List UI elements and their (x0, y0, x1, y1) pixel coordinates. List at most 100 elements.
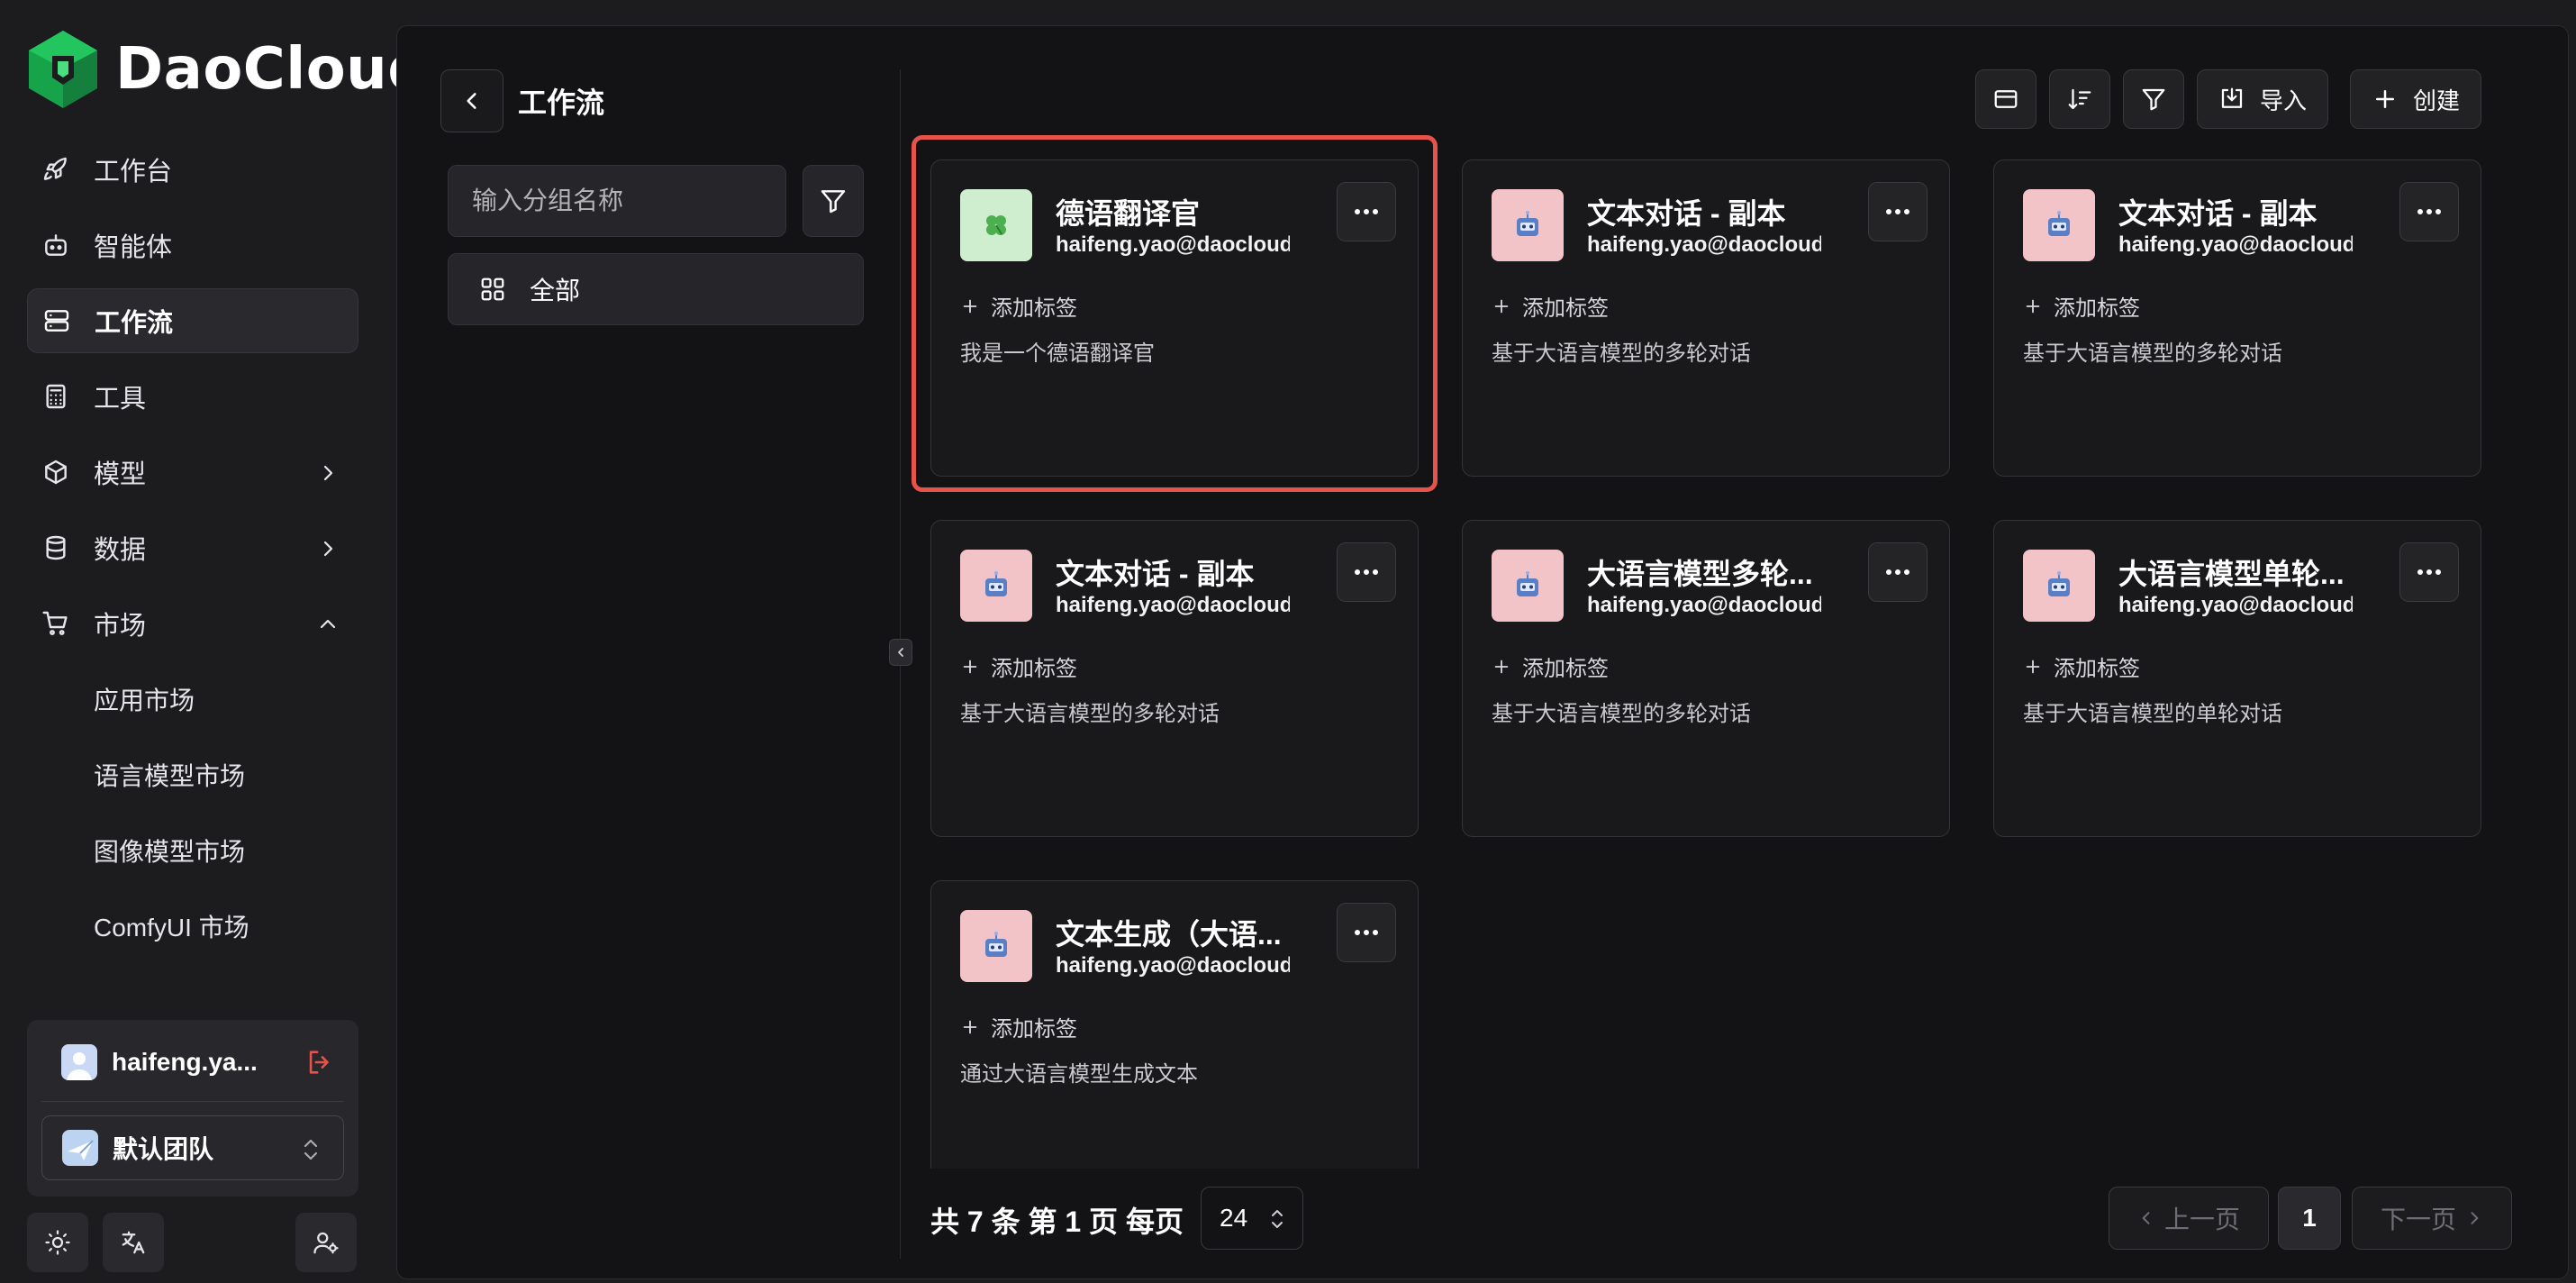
chevron-right-icon (2471, 1212, 2479, 1224)
robot-icon (2023, 550, 2095, 622)
add-tag-label: 添加标签 (991, 1017, 1077, 1042)
filter-button[interactable] (2123, 69, 2184, 129)
logo[interactable]: DaoCloud (25, 29, 430, 110)
add-tag-label: 添加标签 (2054, 296, 2140, 321)
more-horizontal-icon (2417, 569, 2441, 575)
sidebar-item-label: 数据 (94, 536, 147, 565)
card-title: 大语言模型多轮... (1587, 558, 1813, 590)
sidebar-item-workbench[interactable]: 工作台 (27, 137, 358, 202)
sidebar-item-label: 模型 (94, 460, 147, 489)
team-selector[interactable]: 默认团队 (41, 1115, 344, 1180)
create-button[interactable]: 创建 (2350, 69, 2481, 129)
more-options-button[interactable] (1337, 182, 1396, 241)
sidebar-item-models[interactable]: 模型 (27, 440, 358, 505)
sun-icon (45, 1230, 70, 1255)
card-description: 我是一个德语翻译官 (960, 341, 1155, 366)
card-description: 基于大语言模型的多轮对话 (1492, 702, 1751, 726)
add-tag-button[interactable]: 添加标签 (960, 290, 1077, 322)
card-owner-email: haifeng.yao@daocloud.io (2118, 593, 2353, 617)
add-tag-button[interactable]: 添加标签 (2023, 290, 2140, 322)
sidebar-subitem-llm-market[interactable]: 语言模型市场 (27, 742, 358, 807)
sidebar-item-workflow[interactable]: 工作流 (27, 288, 358, 353)
sidebar-subitem-app-market[interactable]: 应用市场 (27, 667, 358, 732)
user-row[interactable]: haifeng.ya... (61, 1040, 349, 1085)
sidebar-item-tools[interactable]: 工具 (27, 364, 358, 429)
workflow-card[interactable]: 文本对话 - 副本haifeng.yao@daocloud.io添加标签基于大语… (1993, 159, 2481, 477)
more-options-button[interactable] (1337, 903, 1396, 962)
sidebar-item-market[interactable]: 市场 (27, 591, 358, 656)
calculator-icon (41, 382, 70, 411)
group-item-all[interactable]: 全部 (448, 253, 864, 325)
prev-page-button[interactable]: 上一页 (2109, 1187, 2269, 1250)
avatar (61, 1044, 97, 1080)
card-title: 文本生成（大语... (1056, 918, 1282, 951)
group-filter-button[interactable] (803, 165, 864, 237)
chevron-left-icon (898, 648, 903, 657)
chevron-right-icon (317, 461, 339, 483)
card-owner-email: haifeng.yao@daocloud.io (1587, 593, 1821, 617)
database-icon (41, 533, 70, 562)
more-horizontal-icon (1355, 209, 1378, 214)
workflow-card[interactable]: 文本生成（大语...haifeng.yao@daocloud.io 添加标签通过大… (930, 880, 1419, 1169)
sidebar: DaoCloud 工作台 智能体 工作流 工具 模型 数据 市场 应用市场 语言… (0, 0, 429, 1283)
chevron-left-icon (467, 93, 476, 109)
language-button[interactable] (103, 1213, 164, 1272)
page-size-value: 24 (1220, 1204, 1248, 1232)
more-options-button[interactable] (1868, 182, 1927, 241)
sidebar-subitem-comfyui-market[interactable]: ComfyUI 市场 (27, 894, 358, 959)
next-page-button[interactable]: 下一页 (2352, 1187, 2512, 1250)
next-page-label: 下一页 (2380, 1206, 2456, 1233)
grid-icon (481, 278, 504, 301)
theme-toggle-button[interactable] (27, 1213, 88, 1272)
group-item-label: 全部 (530, 277, 581, 305)
add-tag-button[interactable]: 添加标签 (2023, 651, 2140, 682)
workflow-card[interactable]: 文本对话 - 副本haifeng.yao@daocloud.io添加标签基于大语… (1462, 159, 1950, 477)
daocloud-logo-icon (29, 31, 97, 108)
logout-icon[interactable] (304, 1047, 335, 1078)
add-tag-button[interactable]: 添加标签 (1492, 290, 1609, 322)
robot-icon (2023, 189, 2095, 261)
workflow-card[interactable]: 大语言模型单轮... haifeng.yao@daocloud.io 添加标签基于大… (1993, 520, 2481, 837)
sidebar-item-data[interactable]: 数据 (27, 515, 358, 580)
workflow-card[interactable]: 大语言模型多轮... haifeng.yao@daocloud.io 添加标签基于大… (1462, 520, 1950, 837)
page-size-select[interactable]: 24 (1201, 1187, 1303, 1250)
group-search-input[interactable] (448, 165, 786, 237)
add-tag-button[interactable]: 添加标签 (1492, 651, 1609, 682)
card-title: 文本对话 - 副本 (1587, 197, 1786, 230)
more-horizontal-icon (1355, 569, 1378, 575)
more-options-button[interactable] (2399, 182, 2459, 241)
more-options-button[interactable] (1337, 542, 1396, 602)
chevron-up-down-icon (1272, 1210, 1283, 1228)
sidebar-item-agents[interactable]: 智能体 (27, 213, 358, 278)
more-options-button[interactable] (1868, 542, 1927, 602)
card-description: 基于大语言模型的多轮对话 (2023, 341, 2282, 366)
user-settings-button[interactable] (295, 1213, 357, 1272)
plus-icon (963, 1020, 977, 1033)
import-label: 导入 (2259, 86, 2307, 114)
page-button-current[interactable]: 1 (2278, 1187, 2341, 1250)
workflow-card[interactable]: 德语翻译官haifeng.yao@daocloud.io 添加标签我是一个德语翻译… (912, 135, 1438, 492)
team-avatar (62, 1130, 98, 1166)
add-tag-button[interactable]: 添加标签 (960, 651, 1077, 682)
card-owner-email: haifeng.yao@daocloud.io (1056, 232, 1290, 257)
collapse-panel-button[interactable] (889, 639, 912, 666)
card-owner-email: haifeng.yao@daocloud.io (1056, 953, 1290, 978)
robot-icon (41, 231, 70, 259)
plus-icon (2026, 299, 2040, 313)
team-name: 默认团队 (113, 1135, 214, 1163)
card-description: 通过大语言模型生成文本 (960, 1062, 1198, 1087)
back-button[interactable] (440, 69, 503, 132)
view-toggle-button[interactable] (1975, 69, 2036, 129)
card-view-icon (1994, 90, 2018, 108)
more-options-button[interactable] (2399, 542, 2459, 602)
sidebar-item-label: 工作流 (95, 309, 174, 338)
card-description: 基于大语言模型的多轮对话 (1492, 341, 1751, 366)
workflow-card[interactable]: 文本对话 - 副本haifeng.yao@daocloud.io添加标签基于大语… (930, 520, 1419, 837)
more-horizontal-icon (1886, 209, 1909, 214)
sidebar-subitem-image-model-market[interactable]: 图像模型市场 (27, 818, 358, 883)
add-tag-button[interactable]: 添加标签 (960, 1011, 1077, 1042)
page-title: 工作流 (518, 86, 605, 119)
import-button[interactable]: 导入 (2197, 69, 2328, 129)
sort-button[interactable] (2049, 69, 2110, 129)
rocket-icon (41, 155, 70, 184)
